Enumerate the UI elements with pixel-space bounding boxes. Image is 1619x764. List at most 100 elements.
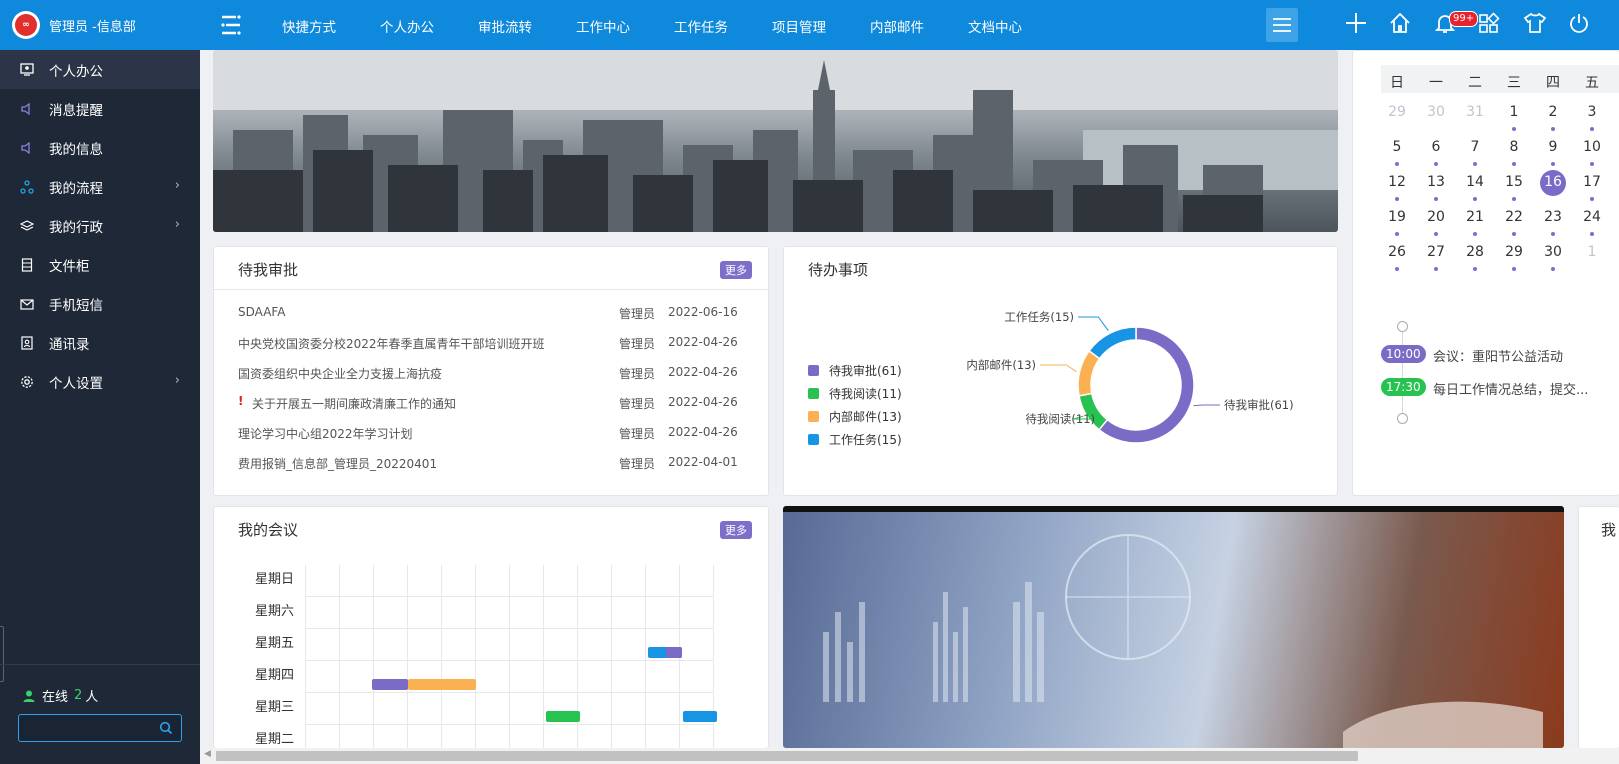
table-row[interactable]: SDAAFA 管理员 2022-06-16: [214, 297, 768, 327]
calendar-day[interactable]: 19: [1382, 209, 1412, 225]
calendar-day[interactable]: 13: [1421, 174, 1451, 190]
row-date: 2022-04-01: [668, 455, 738, 469]
event-title[interactable]: 每日工作情况总结，提交...: [1433, 379, 1588, 398]
horizontal-scrollbar[interactable]: ◀: [200, 748, 1619, 764]
weekday-label: 四: [1546, 75, 1560, 91]
user-label[interactable]: 管理员 -信息部: [49, 16, 136, 35]
sidebar-item-sms[interactable]: 手机短信: [0, 284, 200, 323]
tab-work-center[interactable]: 工作中心: [576, 16, 630, 36]
calendar-day[interactable]: 30: [1538, 244, 1568, 260]
calendar-day-today[interactable]: 16: [1538, 174, 1568, 190]
donut-slice[interactable]: [1088, 326, 1137, 360]
event-dot: [1551, 127, 1555, 131]
chevron-right-icon: ›: [174, 373, 180, 388]
row-user: 管理员: [619, 367, 656, 381]
meeting-bar[interactable]: [372, 679, 408, 690]
more-menu-button[interactable]: [1266, 8, 1298, 42]
search-icon[interactable]: [159, 721, 173, 739]
calendar-day[interactable]: 15: [1499, 174, 1529, 190]
event-dot: [1395, 162, 1399, 166]
event-dot: [1590, 127, 1594, 131]
calendar-day[interactable]: 31: [1460, 104, 1490, 120]
calendar-day[interactable]: 17: [1577, 174, 1607, 190]
tab-shortcuts[interactable]: 快捷方式: [282, 16, 336, 36]
calendar-day[interactable]: 20: [1421, 209, 1451, 225]
table-row[interactable]: ! 关于开展五一期间廉政清廉工作的通知 管理员 2022-04-26: [214, 387, 768, 417]
donut-leader-line: [1040, 364, 1077, 373]
calendar-day[interactable]: 26: [1382, 244, 1412, 260]
speaker-icon: [20, 102, 34, 116]
calendar-day[interactable]: 14: [1460, 174, 1490, 190]
calendar-day[interactable]: 29: [1382, 104, 1412, 120]
event-dot: [1512, 267, 1516, 271]
table-row[interactable]: 理论学习中心组2022年学习计划 管理员 2022-04-26: [214, 417, 768, 447]
meeting-bar[interactable]: [546, 711, 580, 722]
search-input[interactable]: [19, 715, 147, 741]
row-title[interactable]: SDAAFA: [238, 305, 285, 319]
more-button[interactable]: 更多: [720, 521, 752, 539]
scroll-left-icon[interactable]: ◀: [204, 749, 211, 759]
calendar-day[interactable]: 7: [1460, 139, 1490, 155]
calendar-day[interactable]: 6: [1421, 139, 1451, 155]
weekday-label: 日: [1390, 75, 1404, 91]
sidebar-item-message-alerts[interactable]: 消息提醒: [0, 89, 200, 128]
calendar-day[interactable]: 27: [1421, 244, 1451, 260]
scrollbar-thumb[interactable]: [216, 751, 1358, 761]
calendar-day[interactable]: 12: [1382, 174, 1412, 190]
event-dot: [1473, 232, 1477, 236]
meeting-bar[interactable]: [683, 711, 717, 722]
calendar-day[interactable]: 28: [1460, 244, 1490, 260]
tab-internal-mail[interactable]: 内部邮件: [870, 16, 924, 36]
skin-shirt-icon[interactable]: [1523, 12, 1547, 38]
sidebar-item-contacts[interactable]: 通讯录: [0, 323, 200, 362]
weekday-label: 三: [1507, 75, 1521, 91]
calendar-day[interactable]: 1: [1499, 104, 1529, 120]
menu-toggle-icon[interactable]: [220, 14, 244, 40]
row-title[interactable]: 国资委组织中央企业全力支援上海抗疫: [238, 365, 442, 382]
row-title[interactable]: 费用报销_信息部_管理员_20220401: [238, 455, 437, 472]
calendar-day[interactable]: 2: [1538, 104, 1568, 120]
calendar-day[interactable]: 30: [1421, 104, 1451, 120]
row-title[interactable]: 关于开展五一期间廉政清廉工作的通知: [252, 395, 456, 412]
tab-projects[interactable]: 项目管理: [772, 16, 826, 36]
sidebar-item-my-admin[interactable]: 我的行政 ›: [0, 206, 200, 245]
sidebar-item-my-info[interactable]: 我的信息: [0, 128, 200, 167]
tab-documents[interactable]: 文档中心: [968, 16, 1022, 36]
home-icon[interactable]: [1389, 12, 1411, 38]
tab-personal-office[interactable]: 个人办公: [380, 16, 434, 36]
donut-slice[interactable]: [1077, 349, 1101, 397]
calendar-day[interactable]: 8: [1499, 139, 1529, 155]
row-title[interactable]: 理论学习中心组2022年学习计划: [238, 425, 413, 442]
donut-label: 待我阅读(11): [1025, 412, 1095, 426]
table-row[interactable]: 费用报销_信息部_管理员_20220401 管理员 2022-04-01: [214, 447, 768, 477]
calendar-day[interactable]: 10: [1577, 139, 1607, 155]
meeting-bar[interactable]: [666, 647, 682, 658]
sidebar-item-settings[interactable]: 个人设置 ›: [0, 362, 200, 401]
plus-icon[interactable]: [1345, 12, 1367, 38]
calendar-day[interactable]: 23: [1538, 209, 1568, 225]
calendar-day[interactable]: 24: [1577, 209, 1607, 225]
table-row[interactable]: 国资委组织中央企业全力支援上海抗疫 管理员 2022-04-26: [214, 357, 768, 387]
event-title[interactable]: 会议：重阳节公益活动: [1433, 346, 1563, 365]
calendar-day[interactable]: 1: [1577, 244, 1607, 260]
calendar-day[interactable]: 5: [1382, 139, 1412, 155]
day-label: 星期五: [254, 636, 294, 651]
calendar-day[interactable]: 3: [1577, 104, 1607, 120]
table-row[interactable]: 中央党校国资委分校2022年春季直属青年干部培训班开班 管理员 2022-04-26: [214, 327, 768, 357]
row-title[interactable]: 中央党校国资委分校2022年春季直属青年干部培训班开班: [238, 335, 545, 352]
calendar-day[interactable]: 9: [1538, 139, 1568, 155]
calendar-day[interactable]: 29: [1499, 244, 1529, 260]
sidebar-item-personal-office[interactable]: 个人办公: [0, 50, 200, 89]
calendar-day[interactable]: 22: [1499, 209, 1529, 225]
online-count[interactable]: 2: [74, 688, 82, 703]
calendar-day[interactable]: 21: [1460, 209, 1490, 225]
apps-grid-icon[interactable]: [1478, 12, 1500, 38]
tab-work-tasks[interactable]: 工作任务: [674, 16, 728, 36]
sidebar-item-file-cabinet[interactable]: 文件柜: [0, 245, 200, 284]
row-date: 2022-04-26: [668, 365, 738, 379]
more-button[interactable]: 更多: [720, 261, 752, 279]
tab-approval[interactable]: 审批流转: [478, 16, 532, 36]
meeting-bar[interactable]: [408, 679, 476, 690]
sidebar-item-my-process[interactable]: 我的流程 ›: [0, 167, 200, 206]
power-icon[interactable]: [1568, 12, 1590, 38]
